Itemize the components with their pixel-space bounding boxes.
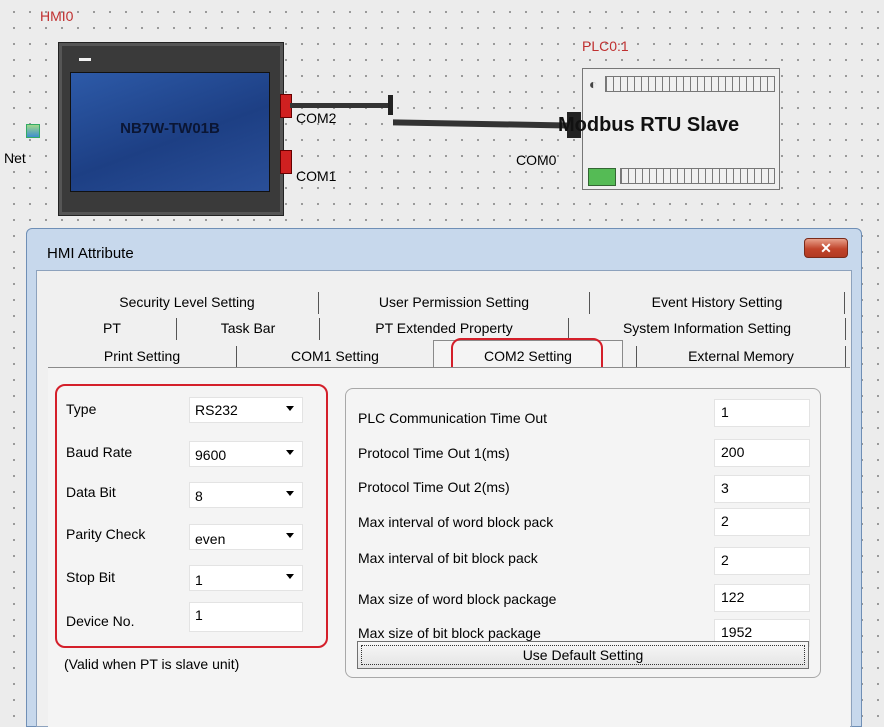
max-interval-bit-value: 2 (721, 552, 729, 568)
tab-external-memory[interactable]: External Memory (637, 344, 845, 368)
parity-check-select[interactable]: even (189, 524, 303, 550)
type-label: Type (66, 401, 97, 417)
max-size-word-input[interactable]: 122 (714, 584, 810, 612)
chevron-down-icon (286, 491, 294, 496)
type-select-value: RS232 (195, 402, 238, 418)
plc-title: Modbus RTU Slave (558, 114, 740, 136)
network-icon[interactable] (26, 124, 40, 138)
tab-user-permission-setting[interactable]: User Permission Setting (319, 290, 589, 314)
protocol-timeout-2-value: 3 (721, 480, 729, 496)
max-size-word-label: Max size of word block package (358, 591, 557, 607)
tab-separator (844, 292, 845, 314)
com1-port-icon[interactable] (280, 150, 292, 174)
tab-separator (845, 346, 846, 368)
device-no-value: 1 (195, 607, 203, 623)
tab-event-history-setting[interactable]: Event History Setting (590, 290, 844, 314)
tab-print-setting[interactable]: Print Setting (48, 344, 236, 368)
protocol-timeout-2-input[interactable]: 3 (714, 475, 810, 503)
type-select[interactable]: RS232 (189, 397, 303, 423)
tab-task-bar[interactable]: Task Bar (177, 316, 319, 340)
plc-comm-timeout-label: PLC Communication Time Out (358, 410, 548, 426)
plc-logo-icon: ◐ (589, 76, 598, 92)
stop-bit-select[interactable]: 1 (189, 565, 303, 591)
plc-terminal-strip-bottom (620, 168, 775, 184)
plc-comm-timeout-value: 1 (721, 404, 729, 420)
max-interval-word-label: Max interval of word block pack (358, 514, 554, 530)
max-interval-bit-input[interactable]: 2 (714, 547, 810, 575)
chevron-down-icon (286, 574, 294, 579)
max-interval-word-value: 2 (721, 513, 729, 529)
protocol-timeout-2-label: Protocol Time Out 2(ms) (358, 479, 510, 495)
device-no-label: Device No. (66, 613, 135, 629)
max-size-bit-value: 1952 (721, 624, 753, 640)
max-interval-bit-label: Max interval of bit block pack (358, 550, 538, 566)
serial-cable[interactable] (290, 103, 392, 108)
max-interval-word-input[interactable]: 2 (714, 508, 810, 536)
use-default-setting-button[interactable]: Use Default Setting (357, 641, 809, 669)
tab-row-3: Print Setting COM1 Setting COM2 Setting … (48, 340, 850, 370)
slave-unit-note: (Valid when PT is slave unit) (64, 656, 240, 672)
com1-port-label: COM1 (296, 168, 337, 184)
protocol-timeout-1-input[interactable]: 200 (714, 439, 810, 467)
baud-rate-select-value: 9600 (195, 447, 227, 463)
baud-rate-select[interactable]: 9600 (189, 441, 303, 467)
parity-check-label: Parity Check (66, 526, 146, 542)
data-bit-select-value: 8 (195, 488, 203, 504)
chevron-down-icon (286, 450, 294, 455)
plc-status-icon (588, 168, 616, 186)
serial-cable-segment[interactable] (393, 119, 573, 129)
hmi-device-name: HMI0 (40, 8, 74, 24)
tab-pt[interactable]: PT (48, 316, 176, 340)
chevron-down-icon (286, 406, 294, 411)
network-label: Net (4, 150, 26, 166)
dialog-title: HMI Attribute (47, 245, 134, 262)
tab-system-information-setting[interactable]: System Information Setting (569, 316, 845, 340)
tab-security-level-setting[interactable]: Security Level Setting (56, 290, 318, 314)
hmi-indicator (79, 58, 91, 61)
baud-rate-label: Baud Rate (66, 444, 133, 460)
close-button[interactable]: ✕ (804, 238, 848, 258)
data-bit-label: Data Bit (66, 484, 116, 500)
max-size-word-value: 122 (721, 589, 745, 605)
plc-device-name: PLC0:1 (582, 38, 629, 54)
com2-port-label: COM2 (296, 110, 337, 126)
parity-check-select-value: even (195, 531, 226, 547)
tab-separator (845, 318, 846, 340)
stop-bit-label: Stop Bit (66, 569, 116, 585)
protocol-timeout-1-label: Protocol Time Out 1(ms) (358, 445, 510, 461)
tab-row-1: Security Level Setting User Permission S… (48, 290, 850, 314)
data-bit-select[interactable]: 8 (189, 482, 303, 508)
chevron-down-icon (286, 533, 294, 538)
stop-bit-select-value: 1 (195, 572, 203, 588)
com0-port-label: COM0 (516, 152, 557, 168)
tab-pt-extended-property[interactable]: PT Extended Property (320, 316, 568, 340)
plc-comm-timeout-input[interactable]: 1 (714, 399, 810, 427)
hmi-model-label: NB7W-TW01B (120, 120, 220, 137)
tab-com1-setting[interactable]: COM1 Setting (237, 344, 433, 368)
tab-row-2: PT Task Bar PT Extended Property System … (48, 316, 850, 340)
cable-connector (388, 95, 393, 115)
plc-terminal-strip-top (605, 76, 775, 92)
protocol-timeout-1-value: 200 (721, 444, 745, 460)
device-no-input[interactable]: 1 (189, 602, 303, 632)
max-size-bit-label: Max size of bit block package (358, 625, 541, 641)
